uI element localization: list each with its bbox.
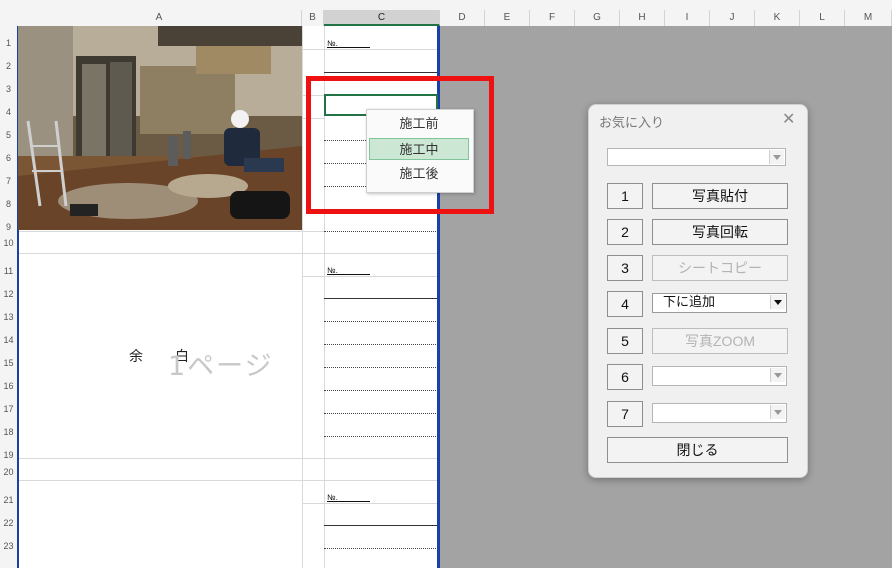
column-header-b[interactable]: B [302, 10, 324, 26]
row-header[interactable]: 21 [0, 495, 17, 505]
chevron-down-icon[interactable] [770, 295, 785, 309]
close-dialog-button[interactable]: 閉じる [607, 437, 788, 463]
row-header[interactable]: 17 [0, 404, 17, 414]
row-header-column: 1 2 3 4 5 6 7 8 9 10 11 12 13 14 15 16 1… [0, 26, 18, 568]
photo-number-underline [327, 47, 370, 48]
page-watermark: 1ページ [168, 351, 274, 382]
row-header[interactable]: 12 [0, 289, 17, 299]
photo-zoom-button[interactable]: 写真ZOOM [652, 328, 788, 354]
shortcut-7-button[interactable]: 7 [607, 401, 643, 427]
status-option-before[interactable]: 施工前 [369, 113, 469, 135]
row-header[interactable]: 4 [0, 107, 17, 117]
cell-border [324, 548, 438, 549]
gridline [18, 231, 324, 232]
row-header[interactable]: 18 [0, 427, 17, 437]
gridline [302, 276, 438, 277]
cell-border [324, 436, 438, 437]
gridline [18, 458, 438, 459]
column-header-row: A B C D E F G H I J K L M [0, 10, 892, 27]
cell-border [324, 344, 438, 345]
favorites-select[interactable] [607, 148, 786, 166]
shortcut-6-button[interactable]: 6 [607, 364, 643, 390]
row-header[interactable]: 6 [0, 153, 17, 163]
gridline [18, 480, 438, 481]
row-header[interactable]: 11 [0, 266, 17, 276]
gridline [302, 26, 303, 568]
column-header-l[interactable]: L [800, 10, 845, 26]
column-header-g[interactable]: G [575, 10, 620, 26]
row-header[interactable]: 16 [0, 381, 17, 391]
status-option-after[interactable]: 施工後 [369, 163, 469, 185]
row-header[interactable]: 14 [0, 335, 17, 345]
column-header-d[interactable]: D [440, 10, 485, 26]
column-header-e[interactable]: E [485, 10, 530, 26]
gridline [302, 49, 438, 50]
photo-number-underline [327, 274, 370, 275]
copy-sheet-button[interactable]: シートコピー [652, 255, 788, 281]
toolbar-strip [0, 0, 892, 10]
chevron-down-icon[interactable] [770, 368, 785, 382]
row-header[interactable]: 8 [0, 199, 17, 209]
photo-number-underline [327, 501, 370, 502]
column-header-c[interactable]: C [324, 10, 440, 26]
chevron-down-icon[interactable] [769, 150, 784, 164]
column-header-m[interactable]: M [845, 10, 892, 26]
cell-border [324, 321, 438, 322]
shortcut-1-button[interactable]: 1 [607, 183, 643, 209]
row-header[interactable]: 22 [0, 518, 17, 528]
shortcut-7-select[interactable] [652, 403, 787, 423]
blank-label-char-1: 余 [129, 348, 143, 364]
column-header-f[interactable]: F [530, 10, 575, 26]
column-header-h[interactable]: H [620, 10, 665, 26]
cell-border [324, 367, 438, 368]
paste-photo-button[interactable]: 写真貼付 [652, 183, 788, 209]
cell-border [324, 298, 438, 299]
row-header[interactable]: 9 [0, 222, 17, 232]
column-header-k[interactable]: K [755, 10, 800, 26]
row-header[interactable]: 20 [0, 467, 17, 477]
row-header[interactable]: 10 [0, 238, 17, 248]
gridline [302, 503, 438, 504]
cell-border [324, 390, 438, 391]
row-header[interactable]: 7 [0, 176, 17, 186]
row-header[interactable]: 15 [0, 358, 17, 368]
favorites-dialog: お気に入り ✕ 1 写真貼付 2 写真回転 3 シートコピー 4 下に追加 5 … [588, 104, 808, 478]
cell-border [324, 525, 438, 526]
construction-photo[interactable] [18, 26, 302, 230]
chevron-down-icon[interactable] [770, 405, 785, 419]
cell-border [324, 72, 438, 73]
add-position-value: 下に追加 [663, 294, 716, 309]
cell-border [324, 231, 438, 232]
shortcut-5-button[interactable]: 5 [607, 328, 643, 354]
construction-photo-image [18, 26, 302, 230]
row-header[interactable]: 23 [0, 541, 17, 551]
shortcut-4-button[interactable]: 4 [607, 291, 643, 317]
close-icon[interactable]: ✕ [782, 109, 795, 129]
rotate-photo-button[interactable]: 写真回転 [652, 219, 788, 245]
status-dropdown-list[interactable]: 施工前 施工中 施工後 [366, 109, 474, 193]
column-header-i[interactable]: I [665, 10, 710, 26]
row-header[interactable]: 1 [0, 38, 17, 48]
gridline [18, 253, 438, 254]
row-header[interactable]: 2 [0, 61, 17, 71]
cell-border [324, 413, 438, 414]
status-option-during[interactable]: 施工中 [369, 138, 469, 160]
column-header-j[interactable]: J [710, 10, 755, 26]
column-header-a[interactable]: A [17, 10, 302, 26]
shortcut-2-button[interactable]: 2 [607, 219, 643, 245]
row-header[interactable]: 5 [0, 130, 17, 140]
add-position-select[interactable]: 下に追加 [652, 293, 787, 313]
row-header[interactable]: 19 [0, 450, 17, 460]
row-header[interactable]: 3 [0, 84, 17, 94]
dialog-title: お気に入り [599, 115, 665, 130]
shortcut-6-select[interactable] [652, 366, 787, 386]
row-header[interactable]: 13 [0, 312, 17, 322]
shortcut-3-button[interactable]: 3 [607, 255, 643, 281]
